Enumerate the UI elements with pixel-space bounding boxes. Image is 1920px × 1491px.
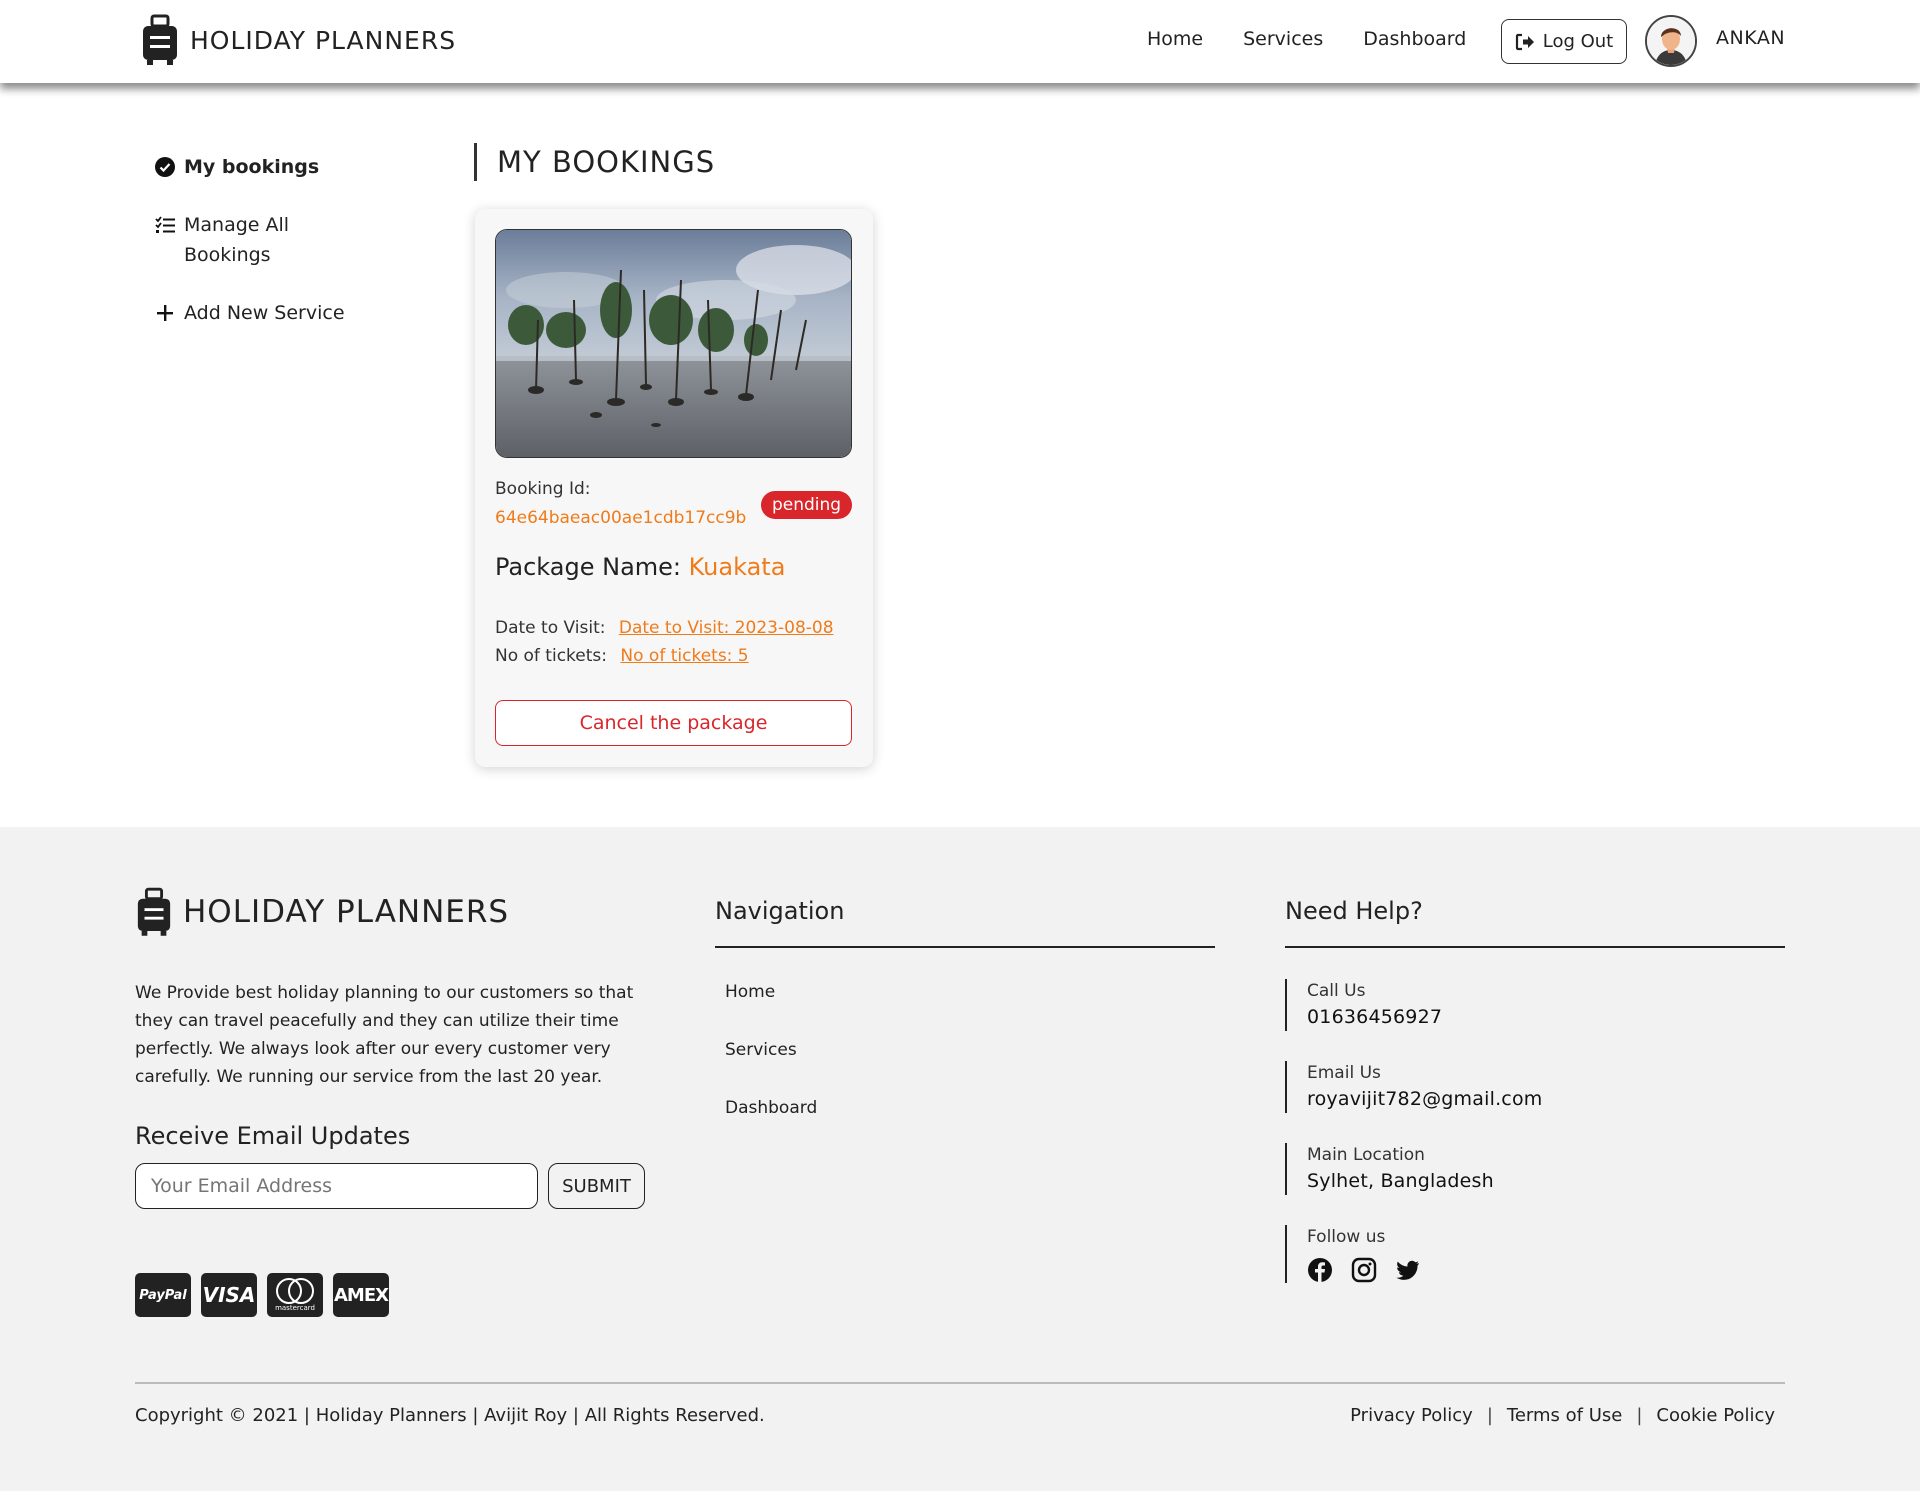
email-field[interactable] — [135, 1163, 538, 1209]
location-label: Main Location — [1307, 1145, 1425, 1165]
cookie-policy-link[interactable]: Cookie Policy — [1656, 1405, 1775, 1426]
booking-id-value: 64e64baeac00ae1cdb17cc9b — [495, 508, 747, 528]
call-us-value[interactable]: 01636456927 — [1307, 1003, 1442, 1031]
logout-label: Log Out — [1542, 31, 1614, 52]
call-us-label: Call Us — [1307, 981, 1366, 1001]
footer-brand[interactable]: HOLIDAY PLANNERS — [135, 887, 509, 937]
sidebar-item-label: My bookings — [184, 156, 320, 178]
sidebar-item-manage-all-bookings[interactable]: Manage All Bookings — [154, 210, 394, 270]
follow-us-block: Follow us — [1285, 1225, 1421, 1283]
visa-icon: VISA — [201, 1273, 257, 1317]
footer-nav-services[interactable]: Services — [725, 1040, 797, 1060]
location-value: Sylhet, Bangladesh — [1307, 1170, 1494, 1192]
legal-separator: | — [1636, 1405, 1643, 1426]
main-nav: Home Services Dashboard — [1147, 28, 1466, 50]
nav-services[interactable]: Services — [1243, 28, 1323, 50]
package-name-row: Package Name: Kuakata — [495, 553, 785, 581]
sidebar-item-label: Manage All Bookings — [184, 214, 290, 266]
brand-logo[interactable]: HOLIDAY PLANNERS — [140, 14, 456, 66]
date-to-visit-label: Date to Visit: — [495, 618, 606, 638]
need-help-divider — [1285, 946, 1785, 948]
date-to-visit-row: Date to Visit: Date to Visit: 2023-08-08 — [495, 618, 834, 638]
mastercard-icon: mastercard — [267, 1273, 323, 1317]
need-help-title: Need Help? — [1285, 897, 1423, 925]
suitcase-icon — [143, 14, 177, 65]
page-title: MY BOOKINGS — [474, 143, 715, 181]
legal-separator: | — [1486, 1405, 1493, 1426]
footer-nav-home[interactable]: Home — [725, 982, 775, 1002]
nav-dashboard[interactable]: Dashboard — [1363, 28, 1466, 50]
username: ANKAN — [1716, 27, 1786, 49]
terms-of-use-link[interactable]: Terms of Use — [1507, 1405, 1622, 1426]
package-name-value: Kuakata — [688, 553, 786, 581]
email-updates-title: Receive Email Updates — [135, 1122, 411, 1150]
copyright-text: Copyright © 2021 | Holiday Planners | Av… — [135, 1405, 765, 1426]
email-us-label: Email Us — [1307, 1063, 1381, 1083]
checklist-icon — [154, 210, 176, 240]
facebook-icon[interactable] — [1307, 1257, 1333, 1283]
email-us-value[interactable]: royavijit782@gmail.com — [1307, 1085, 1543, 1113]
navigation-title: Navigation — [715, 897, 845, 925]
amex-icon: AMEX — [333, 1273, 389, 1317]
avatar[interactable] — [1645, 15, 1697, 67]
privacy-policy-link[interactable]: Privacy Policy — [1350, 1405, 1473, 1426]
footer-description: We Provide best holiday planning to our … — [135, 983, 634, 1087]
sidebar-item-my-bookings[interactable]: My bookings — [154, 152, 394, 182]
logout-button[interactable]: Log Out — [1501, 19, 1627, 64]
social-links — [1307, 1257, 1421, 1283]
plus-icon — [154, 298, 176, 328]
top-navbar: HOLIDAY PLANNERS Home Services Dashboard… — [0, 0, 1920, 83]
twitter-icon[interactable] — [1395, 1257, 1421, 1283]
tickets-link[interactable]: No of tickets: 5 — [620, 646, 748, 666]
check-circle-icon — [154, 152, 176, 182]
user-avatar-icon — [1647, 17, 1695, 65]
footer: HOLIDAY PLANNERS We Provide best holiday… — [0, 827, 1920, 1491]
suitcase-icon — [137, 887, 171, 936]
footer-brand-name: HOLIDAY PLANNERS — [183, 894, 510, 930]
navigation-divider — [715, 946, 1215, 948]
follow-us-label: Follow us — [1307, 1227, 1386, 1247]
location-block: Main Location Sylhet, Bangladesh — [1285, 1143, 1494, 1195]
sidebar-item-label: Add New Service — [184, 302, 345, 324]
package-name-label: Package Name: — [495, 553, 681, 581]
paypal-icon: PayPal — [135, 1273, 191, 1317]
booking-id-label: Booking Id: — [495, 479, 591, 499]
package-image — [495, 229, 852, 458]
logout-icon — [1515, 33, 1534, 50]
footer-nav-dashboard[interactable]: Dashboard — [725, 1098, 817, 1118]
dashboard-sidebar: My bookings Manage All Bookings Add New … — [154, 152, 394, 356]
tickets-row: No of tickets: No of tickets: 5 — [495, 646, 749, 666]
mastercard-label: mastercard — [275, 1304, 315, 1312]
call-us-block: Call Us 01636456927 — [1285, 979, 1442, 1031]
date-to-visit-link[interactable]: Date to Visit: 2023-08-08 — [619, 618, 834, 638]
sidebar-item-add-new-service[interactable]: Add New Service — [154, 298, 394, 328]
instagram-icon[interactable] — [1351, 1257, 1377, 1283]
footer-divider — [135, 1382, 1785, 1384]
brand-name: HOLIDAY PLANNERS — [190, 25, 457, 55]
email-us-block: Email Us royavijit782@gmail.com — [1285, 1061, 1543, 1113]
payment-methods: PayPal VISA mastercard AMEX — [135, 1273, 389, 1317]
tickets-label: No of tickets: — [495, 646, 607, 666]
submit-button[interactable]: SUBMIT — [548, 1163, 645, 1209]
legal-links: Privacy Policy | Terms of Use | Cookie P… — [1350, 1405, 1775, 1426]
cancel-package-button[interactable]: Cancel the package — [495, 700, 852, 746]
nav-home[interactable]: Home — [1147, 28, 1203, 50]
status-badge: pending — [761, 491, 852, 519]
booking-card: Booking Id: 64e64baeac00ae1cdb17cc9b pen… — [475, 209, 873, 767]
